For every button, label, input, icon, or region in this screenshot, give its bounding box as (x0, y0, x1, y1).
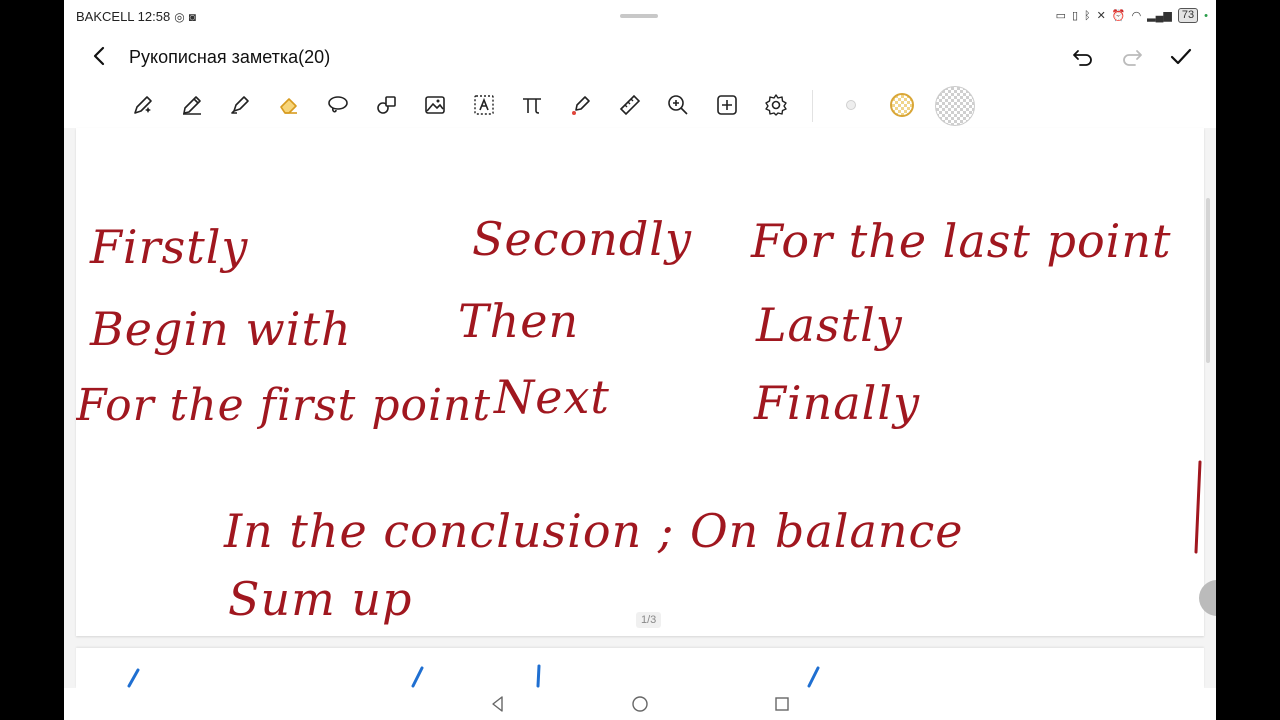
ink-stroke-blue-2 (411, 666, 424, 688)
handwriting-secondly: Secondly (472, 212, 692, 266)
whatsapp-icon: ◎ (174, 9, 185, 24)
toolbar-divider (812, 90, 813, 122)
text-icon[interactable] (471, 92, 497, 118)
settings-icon[interactable] (763, 92, 789, 118)
handwriting-finally: Finally (754, 376, 921, 430)
highlighter-icon[interactable] (227, 92, 253, 118)
navigation-bar (64, 688, 1216, 720)
eraser-icon[interactable] (276, 92, 302, 118)
back-icon[interactable] (88, 44, 112, 68)
add-page-icon[interactable] (714, 92, 740, 118)
charging-dot-icon: • (1204, 9, 1208, 22)
handwriting-begin-with: Begin with (90, 302, 352, 356)
camera-icon: ◙ (188, 9, 196, 24)
handwriting-conclusion: In the conclusion ; On balance (224, 504, 964, 558)
formula-icon[interactable] (519, 92, 545, 118)
ai-pen-icon[interactable] (130, 92, 156, 118)
handwriting-for-the-first-point: For the first point (76, 380, 492, 431)
pen-icon[interactable] (179, 92, 205, 118)
ink-stroke-blue-1 (127, 668, 140, 688)
title-bar: Рукописная заметка(20) (64, 34, 1216, 80)
note-title: Рукописная заметка(20) (129, 47, 331, 67)
redo-icon[interactable] (1119, 44, 1145, 70)
nfc-icon: ▭ (1055, 10, 1066, 22)
ink-stroke-blue-4 (807, 666, 820, 688)
nav-recents-icon[interactable] (772, 694, 792, 714)
vertical-scrollbar[interactable] (1206, 198, 1210, 363)
drawing-toolbar (64, 82, 1216, 128)
handwriting-sum-up: Sum up (228, 572, 413, 626)
page-indicator: 1/3 (636, 612, 662, 628)
status-bar: BAKCELL 12:58 ◎ ◙ ▭ ▯ ᛒ ✕ ⏰ ◠ ▂▄▆ 73 • (64, 0, 1216, 32)
shapes-icon[interactable] (374, 92, 400, 118)
ink-stroke-blue-3 (536, 664, 541, 688)
handwriting-for-the-last-point: For the last point (751, 214, 1172, 268)
handwriting-then: Then (458, 294, 580, 348)
undo-icon[interactable] (1070, 44, 1096, 70)
handwriting-lastly: Lastly (756, 298, 903, 352)
wifi-icon: ◠ (1131, 10, 1142, 22)
color-swatch-medium[interactable] (890, 93, 914, 117)
note-page-2[interactable] (76, 648, 1204, 688)
status-right: ▭ ▯ ᛒ ✕ ⏰ ◠ ▂▄▆ 73 • (1056, 8, 1208, 23)
gesture-pill (620, 14, 658, 18)
battery-icon: 73 (1177, 8, 1199, 23)
color-swatch-small[interactable] (846, 100, 856, 110)
mute-icon: ✕ (1096, 10, 1106, 22)
note-page-1[interactable]: Firstly Secondly For the last point Begi… (76, 128, 1204, 636)
note-canvas[interactable]: Firstly Secondly For the last point Begi… (64, 128, 1216, 688)
carrier-time: BAKCELL 12:58 (76, 9, 171, 24)
zoom-icon[interactable] (665, 92, 691, 118)
handwriting-next: Next (494, 370, 610, 424)
screen: BAKCELL 12:58 ◎ ◙ ▭ ▯ ᛒ ✕ ⏰ ◠ ▂▄▆ 73 • Р… (64, 0, 1216, 720)
ink-stroke-edge (1194, 460, 1202, 554)
bluetooth-icon: ᛒ (1084, 9, 1091, 22)
ruler-icon[interactable] (617, 92, 643, 118)
vibrate-icon: ▯ (1071, 10, 1079, 22)
color-swatch-large[interactable] (935, 86, 975, 126)
signal-icon: ▂▄▆ (1147, 10, 1172, 22)
nav-back-icon[interactable] (488, 694, 508, 714)
magic-pen-icon[interactable] (568, 92, 594, 118)
done-icon[interactable] (1168, 44, 1194, 70)
status-left: BAKCELL 12:58 ◎ ◙ (76, 9, 196, 24)
image-icon[interactable] (422, 92, 448, 118)
handwriting-firstly: Firstly (90, 220, 249, 274)
lasso-icon[interactable] (325, 92, 351, 118)
nav-home-icon[interactable] (630, 694, 650, 714)
alarm-icon: ⏰ (1111, 10, 1126, 22)
